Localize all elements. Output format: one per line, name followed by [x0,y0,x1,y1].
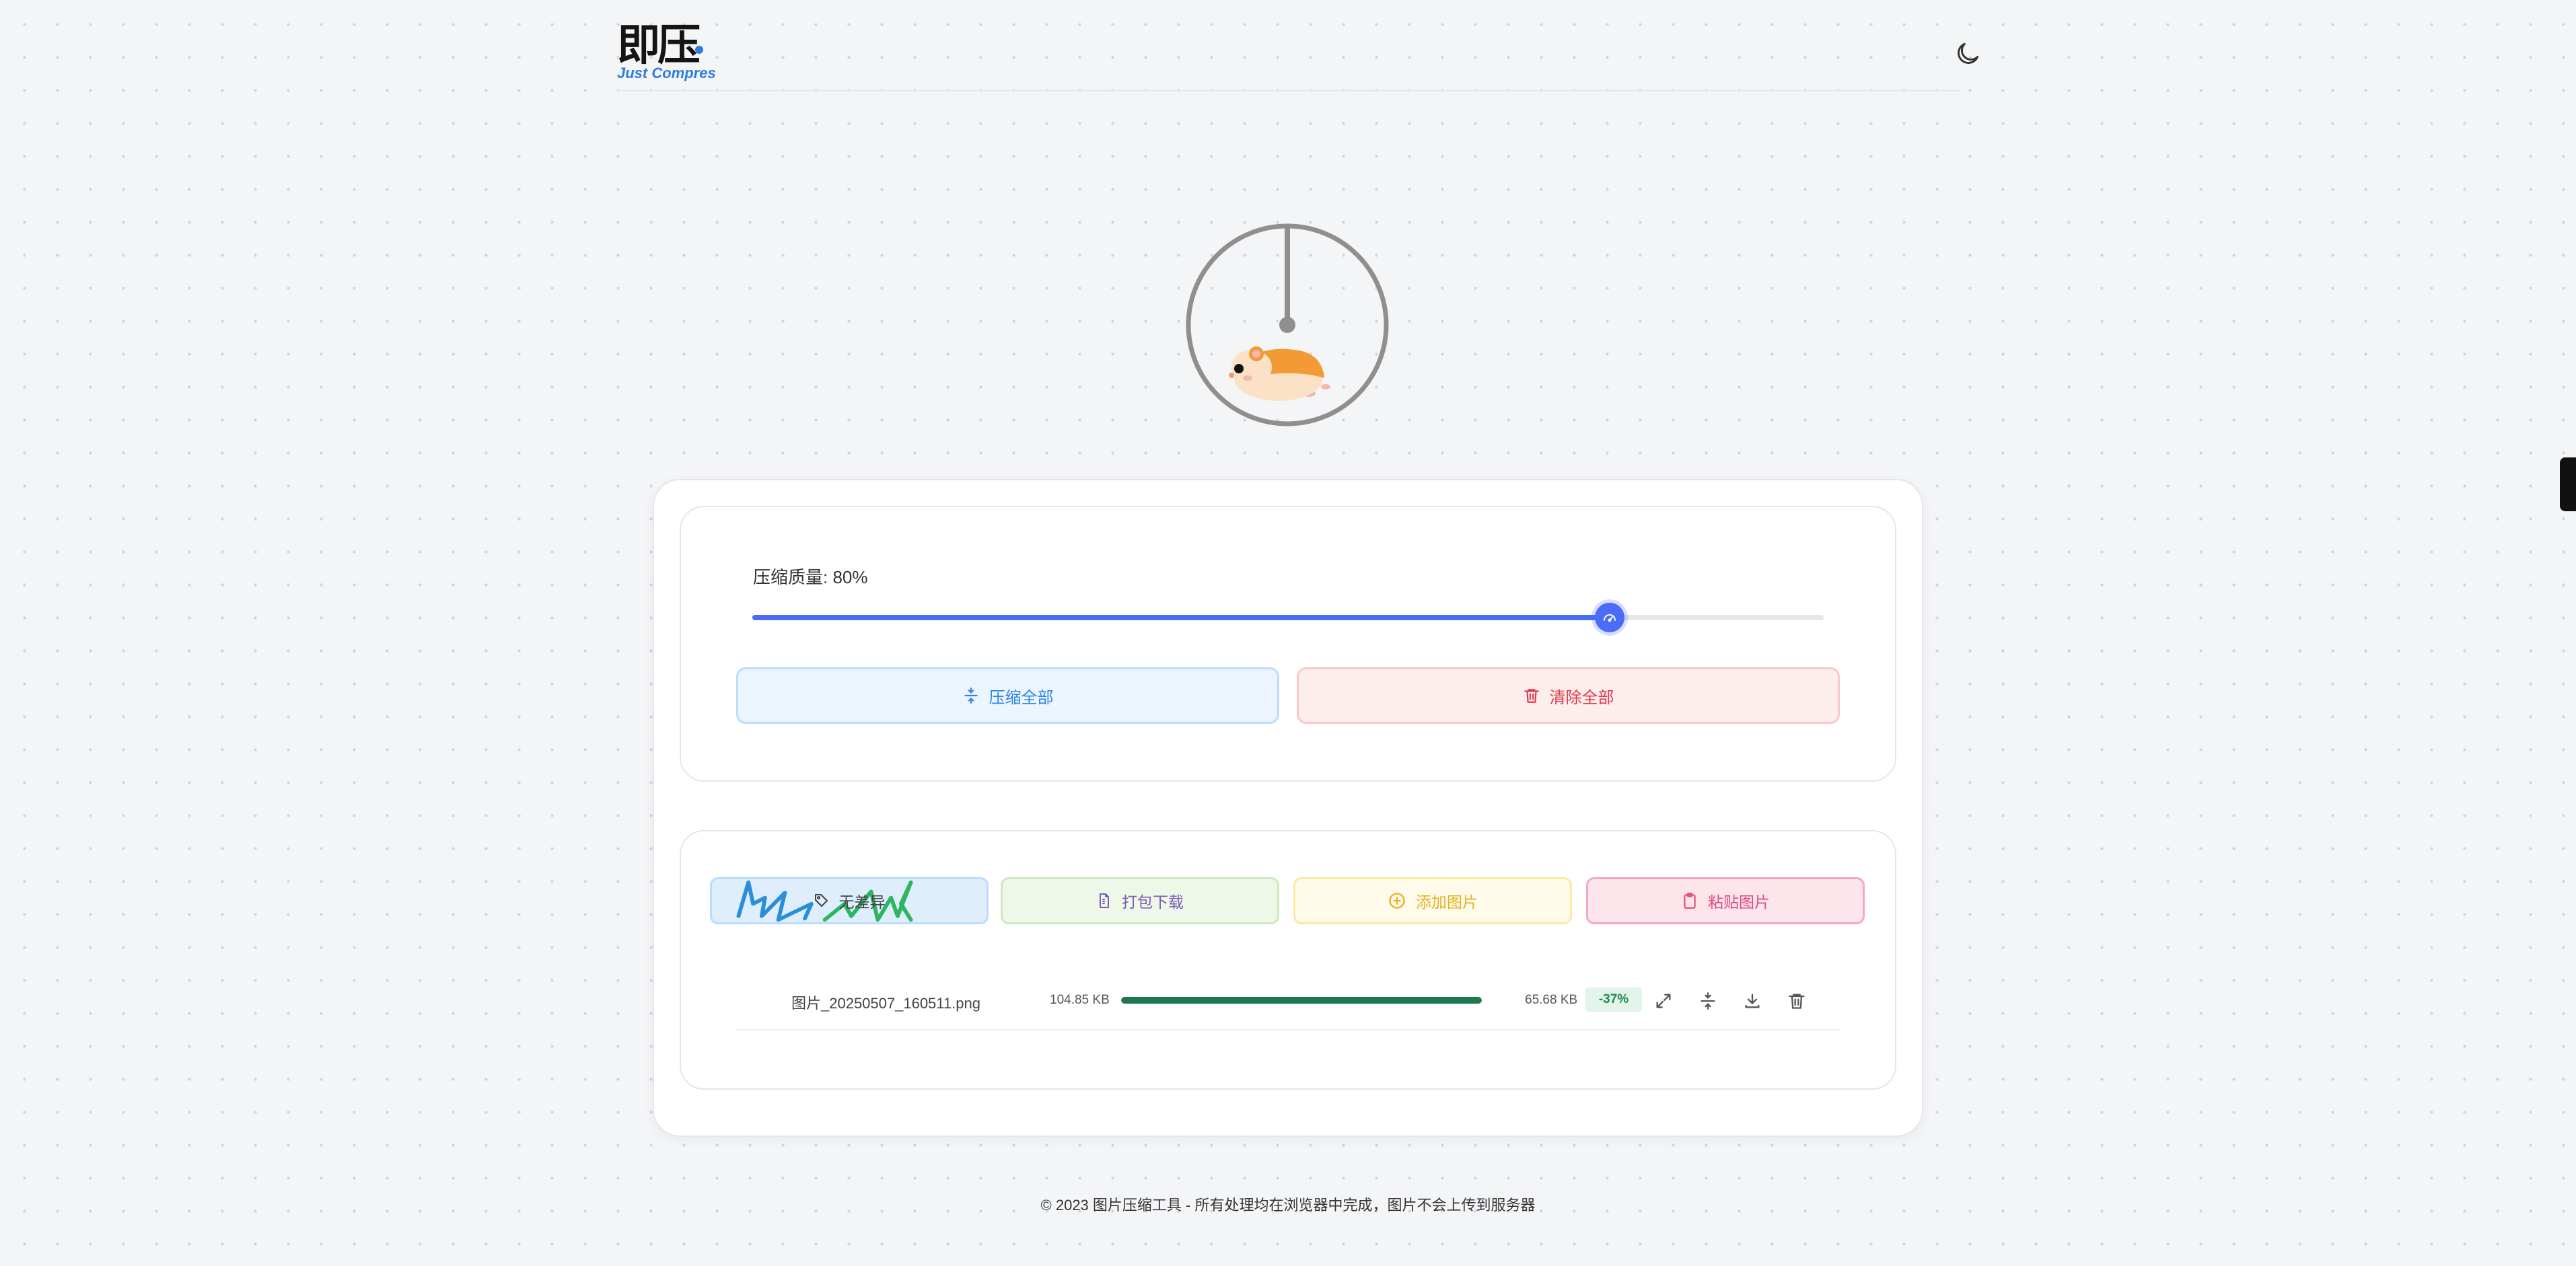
compress-all-button[interactable]: 压缩全部 [736,667,1279,724]
file-name: 图片_20250507_160511.png [791,995,980,1012]
plus-circle-icon [1389,893,1405,909]
tag-icon [814,894,828,907]
expand-icon [1656,994,1671,1008]
settings-panel [680,506,1896,782]
slider-thumb[interactable] [1594,603,1624,632]
hamster-wheel-illustration [1184,222,1390,428]
no-diff-label: 无差异 [838,893,886,911]
delete-file-button[interactable] [1783,988,1810,1014]
add-image-button[interactable]: 添加图片 [1293,877,1572,924]
side-tab[interactable] [2560,457,2576,511]
quality-label: 压缩质量: 80% [753,567,868,587]
file-zip-icon [1100,893,1109,908]
zip-download-label: 打包下载 [1122,893,1184,911]
slider-fill [752,615,1610,620]
footer-text: © 2023 图片压缩工具 - 所有处理均在浏览器中完成，图片不会上传到服务器 [1040,1197,1536,1214]
original-size: 104.85 KB [1050,993,1110,1007]
download-icon [1745,994,1760,1008]
dark-mode-toggle[interactable] [1953,39,1982,69]
preview-button[interactable] [1650,988,1677,1014]
compress-all-label: 压缩全部 [989,688,1054,707]
progress-fill [1121,997,1482,1004]
compress-icon [964,687,978,704]
moon-icon [1958,42,1979,64]
trash-icon [1789,994,1805,1009]
no-diff-button[interactable]: 无差异 [710,877,989,924]
paste-image-button[interactable]: 粘贴图片 [1586,877,1865,924]
logo-dot [695,46,703,54]
compress-file-button[interactable] [1694,988,1721,1014]
paste-image-label: 粘贴图片 [1708,893,1770,911]
download-file-button[interactable] [1739,988,1766,1014]
ratio-badge: -37% [1585,988,1642,1012]
zip-download-button[interactable]: 打包下载 [1001,877,1279,924]
clipboard-icon [1684,893,1696,909]
logo-subtitle: Just Compres [617,65,716,81]
logo[interactable]: 即压 Just Compres [617,20,716,82]
trash-icon [1524,689,1539,703]
logo-text: 即压 [617,21,701,71]
clear-all-button[interactable]: 清除全部 [1297,667,1840,724]
clear-all-label: 清除全部 [1549,688,1614,707]
hamster-icon [1229,346,1330,401]
compression-progress [1121,997,1482,1004]
file-row: 图片_20250507_160511.png 104.85 KB 65.68 K… [736,979,1840,1031]
gauge-icon [1603,614,1616,622]
compress-icon [1701,992,1715,1010]
compressed-size: 65.68 KB [1525,993,1578,1007]
app-header: 即压 Just Compres [617,0,1979,91]
quality-slider[interactable] [752,603,1824,632]
add-image-label: 添加图片 [1416,893,1478,911]
files-panel [680,830,1896,1090]
